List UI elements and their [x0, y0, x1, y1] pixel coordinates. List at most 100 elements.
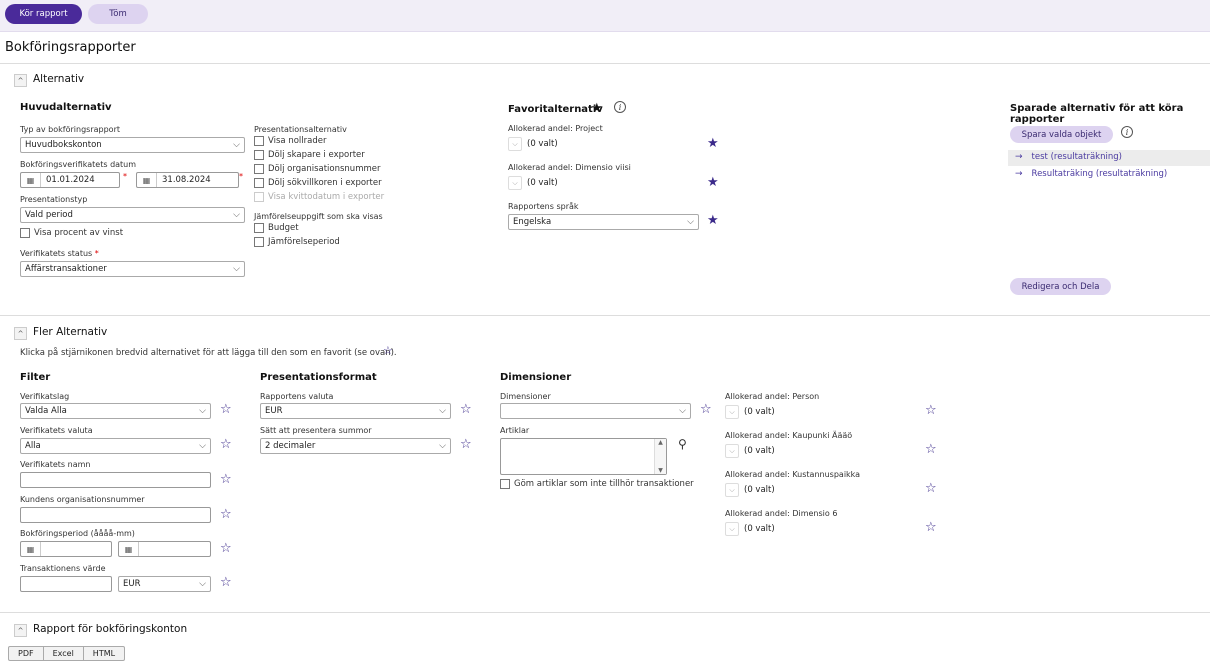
chevron-down-icon[interactable]: ⌵	[725, 405, 739, 419]
calendar-icon[interactable]: ▦	[137, 173, 157, 187]
favorite-star-outline-icon[interactable]: ☆	[220, 402, 232, 417]
checkbox[interactable]	[254, 237, 264, 247]
chevron-down-icon: ⌵	[233, 210, 240, 220]
status-label: Verifikatets status *	[20, 249, 99, 258]
alloc-selector[interactable]: ⌵ (0 valt)	[725, 522, 775, 536]
language-select[interactable]: Engelska ⌵	[508, 214, 699, 230]
star-outline-icon: ☆	[383, 344, 393, 357]
alloc-selector[interactable]: ⌵ (0 valt)	[725, 405, 775, 419]
status-select[interactable]: Affärstransaktioner ⌵	[20, 261, 245, 277]
alloc-selector[interactable]: ⌵ (0 valt)	[725, 444, 775, 458]
tx-currency-select[interactable]: EUR ⌵	[118, 576, 211, 592]
favorite-star-outline-icon[interactable]: ☆	[925, 442, 937, 457]
favorite-star-outline-icon[interactable]: ☆	[925, 481, 937, 496]
fav-project-selector[interactable]: ⌵ (0 valt)	[508, 137, 558, 151]
main-options-title: Huvudalternativ	[20, 102, 112, 113]
favorite-star-outline-icon[interactable]: ☆	[925, 403, 937, 418]
report-type-select[interactable]: Huvudbokskonton ⌵	[20, 137, 245, 153]
clear-button[interactable]: Töm	[88, 4, 148, 24]
sum-presentation-select[interactable]: 2 decimaler ⌵	[260, 438, 451, 454]
pres-option-0[interactable]: Visa nollrader	[254, 136, 326, 146]
favorite-star-outline-icon[interactable]: ☆	[460, 402, 472, 417]
period-to-field[interactable]: ▦	[118, 541, 211, 557]
save-selected-button[interactable]: Spara valda objekt	[1010, 126, 1113, 143]
saved-item-0[interactable]: → test (resultaträkning)	[1015, 152, 1122, 162]
hide-articles-checkbox[interactable]: Göm artiklar som inte tillhör transaktio…	[500, 479, 694, 489]
customer-org-input[interactable]	[20, 507, 211, 523]
collapse-more-options-toggle[interactable]: ^	[14, 327, 27, 340]
favorite-star-outline-icon[interactable]: ☆	[220, 575, 232, 590]
format-html-button[interactable]: HTML	[84, 647, 124, 660]
favorite-star-outline-icon[interactable]: ☆	[700, 402, 712, 417]
pres-option-2[interactable]: Dölj organisationsnummer	[254, 164, 380, 174]
section-title-more-options: Fler Alternativ	[33, 326, 108, 338]
checkbox[interactable]	[254, 136, 264, 146]
info-icon[interactable]: i	[614, 101, 626, 113]
dimensions-label: Dimensioner	[500, 392, 551, 401]
calendar-icon[interactable]: ▦	[119, 542, 139, 556]
divider	[0, 315, 1210, 316]
scrollbar[interactable]: ▲ ▼	[654, 439, 666, 474]
calendar-icon[interactable]: ▦	[21, 173, 41, 187]
articles-textarea[interactable]: ▲ ▼	[500, 438, 667, 475]
dimensions-select[interactable]: ⌵	[500, 403, 691, 419]
required-marker: *	[239, 172, 243, 181]
alloc-selector[interactable]: ⌵ (0 valt)	[725, 483, 775, 497]
collapse-alternativ-toggle[interactable]: ^	[14, 74, 27, 87]
voucher-name-label: Verifikatets namn	[20, 460, 91, 469]
compare-option-1[interactable]: Jämförelseperiod	[254, 237, 340, 247]
voucher-type-select[interactable]: Valda Alla ⌵	[20, 403, 211, 419]
favorite-star-outline-icon[interactable]: ☆	[220, 437, 232, 452]
filter-title: Filter	[20, 372, 51, 383]
search-icon[interactable]: ⚲	[678, 437, 687, 451]
run-report-button[interactable]: Kör rapport	[5, 4, 82, 24]
favorite-star-outline-icon[interactable]: ☆	[460, 437, 472, 452]
date-to-field[interactable]: ▦ 31.08.2024	[136, 172, 239, 188]
date-from-field[interactable]: ▦ 01.01.2024	[20, 172, 120, 188]
checkbox[interactable]	[254, 178, 264, 188]
favorite-star-outline-icon[interactable]: ☆	[220, 472, 232, 487]
voucher-currency-select[interactable]: Alla ⌵	[20, 438, 211, 454]
saved-item-1[interactable]: → Resultaträking (resultaträkning)	[1015, 169, 1167, 179]
chevron-down-icon[interactable]: ⌵	[508, 176, 522, 190]
checkbox[interactable]	[254, 150, 264, 160]
favorite-star-icon[interactable]: ★	[707, 213, 719, 228]
checkbox[interactable]	[254, 164, 264, 174]
edit-share-button[interactable]: Redigera och Dela	[1010, 278, 1111, 295]
chevron-down-icon[interactable]: ⌵	[725, 483, 739, 497]
checkbox[interactable]	[254, 223, 264, 233]
favorite-star-outline-icon[interactable]: ☆	[220, 507, 232, 522]
favorite-star-icon[interactable]: ★	[707, 136, 719, 151]
tx-currency-value: EUR	[123, 579, 141, 589]
show-percent-checkbox[interactable]: Visa procent av vinst	[20, 228, 123, 238]
favorite-star-outline-icon[interactable]: ☆	[220, 541, 232, 556]
voucher-name-input[interactable]	[20, 472, 211, 488]
show-percent-label: Visa procent av vinst	[34, 228, 124, 238]
presentation-alternatives-label: Presentationsalternativ	[254, 125, 347, 134]
pres-option-1[interactable]: Dölj skapare i exporter	[254, 150, 365, 160]
compare-option-0[interactable]: Budget	[254, 223, 299, 233]
customer-org-label: Kundens organisationsnummer	[20, 495, 145, 504]
format-pdf-button[interactable]: PDF	[9, 647, 44, 660]
favorite-star-icon[interactable]: ★	[707, 175, 719, 190]
report-currency-select[interactable]: EUR ⌵	[260, 403, 451, 419]
divider	[0, 612, 1210, 613]
alloc-label: Allokerad andel: Kustannuspaikka	[725, 470, 861, 479]
collapse-report-toggle[interactable]: ^	[14, 624, 27, 637]
fav-dim-selector[interactable]: ⌵ (0 valt)	[508, 176, 558, 190]
format-excel-button[interactable]: Excel	[44, 647, 84, 660]
pres-option-3[interactable]: Dölj sökvillkoren i exporter	[254, 178, 382, 188]
favorite-star-outline-icon[interactable]: ☆	[925, 520, 937, 535]
calendar-icon[interactable]: ▦	[21, 542, 41, 556]
presentation-type-select[interactable]: Vald period ⌵	[20, 207, 245, 223]
chevron-down-icon[interactable]: ⌵	[508, 137, 522, 151]
checkbox[interactable]	[20, 228, 30, 238]
period-from-field[interactable]: ▦	[20, 541, 112, 557]
chevron-down-icon: ⌵	[199, 406, 206, 416]
chevron-down-icon[interactable]: ⌵	[725, 522, 739, 536]
tx-value-input[interactable]	[20, 576, 112, 592]
presentation-type-label: Presentationstyp	[20, 195, 88, 204]
info-icon[interactable]: i	[1121, 126, 1133, 138]
chevron-down-icon[interactable]: ⌵	[725, 444, 739, 458]
checkbox[interactable]	[500, 479, 510, 489]
